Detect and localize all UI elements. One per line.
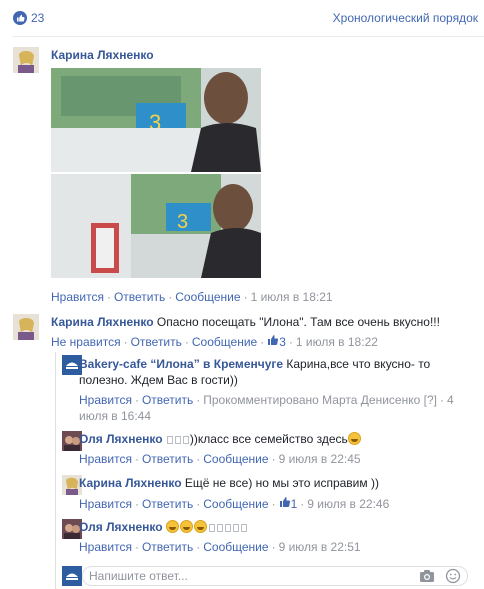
emoji-placeholder-boxes [208, 520, 248, 534]
comment-author[interactable]: Карина Ляхненко [51, 48, 154, 62]
commented-by-info[interactable]: [?] [424, 393, 437, 407]
laughing-emoji-icon [193, 520, 207, 533]
divider [12, 36, 484, 37]
message-link[interactable]: Сообщение [192, 335, 257, 349]
reply-body: Оля Ляхненко [79, 520, 248, 534]
timestamp[interactable]: 9 июля в 22:46 [307, 497, 389, 511]
reply-author[interactable]: Карина Ляхненко [79, 476, 182, 490]
timestamp[interactable]: 9 июля в 22:51 [279, 540, 361, 554]
reply-link[interactable]: Ответить [114, 290, 165, 304]
message-link[interactable]: Сообщение [203, 540, 268, 554]
reply-composer[interactable] [82, 566, 468, 586]
reply-actions: Нравится · Ответить · Прокомментировано Март… [79, 393, 454, 423]
like-link[interactable]: Нравится [51, 290, 104, 304]
comment-photo[interactable]: 3 3 [51, 68, 261, 278]
reply-text: Ещё не все) но мы это исправим )) [184, 476, 379, 490]
comment-body: Карина Ляхненко Опасно посещать "Илона".… [51, 315, 440, 329]
avatar[interactable] [13, 314, 39, 340]
sort-order-dropdown[interactable]: Хронологический порядок [333, 11, 478, 25]
reply-author[interactable]: Оля Ляхненко [79, 432, 163, 446]
svg-text:3: 3 [177, 211, 188, 233]
reply-body: Оля Ляхненко ))класс все семейство здесь [79, 432, 362, 446]
comment-author[interactable]: Карина Ляхненко [51, 315, 154, 329]
reply-thread-line [55, 352, 56, 589]
thumbs-up-icon [279, 496, 291, 508]
comment-text: Опасно посещать "Илона". Там все очень в… [156, 315, 440, 329]
like-link[interactable]: Нравится [79, 452, 132, 466]
comment-actions: Не нравится · Ответить · Сообщение · 3 · 1 июля … [51, 334, 378, 349]
timestamp[interactable]: 4 [447, 393, 454, 407]
reply-actions: Нравится · Ответить · Сообщение · 1 · 9 июля в 2… [79, 496, 390, 511]
laughing-emoji-icon [179, 520, 193, 533]
camera-icon[interactable] [419, 569, 435, 583]
message-link[interactable]: Сообщение [175, 290, 240, 304]
timestamp[interactable]: 1 июля в 18:21 [251, 290, 333, 304]
like-link[interactable]: Нравится [79, 393, 132, 407]
reply-link[interactable]: Ответить [142, 497, 193, 511]
like-link[interactable]: Нравится [79, 497, 132, 511]
timestamp[interactable]: 9 июля в 22:45 [279, 452, 361, 466]
reaction-count[interactable]: 3 [279, 335, 286, 349]
emoji-placeholder-boxes [166, 432, 190, 446]
reply-body: Карина Ляхненко Ещё не все) но мы это ис… [79, 476, 379, 490]
reply-author[interactable]: Bakery-cafe “Илона” в Кременчуге [79, 357, 283, 371]
comment-actions: Нравится · Ответить · Сообщение · 1 июля в 18:… [51, 290, 333, 304]
reply-link[interactable]: Ответить [142, 393, 193, 407]
reply-actions: Нравится · Ответить · Сообщение · 9 июля в 22:… [79, 452, 361, 466]
page-avatar [62, 566, 82, 586]
message-link[interactable]: Сообщение [203, 497, 268, 511]
laughing-emoji-icon [347, 432, 361, 445]
smiley-icon[interactable] [445, 568, 461, 584]
reply-input[interactable] [89, 569, 409, 583]
reply-body: Bakery-cafe “Илона” в Кременчуге Карина,… [79, 356, 474, 388]
thumbs-up-icon [267, 334, 279, 346]
comments-header: 23 Хронологический порядок [0, 0, 484, 36]
reply-actions: Нравится · Ответить · Сообщение · 9 июля в 22:… [79, 540, 361, 554]
reply-author[interactable]: Оля Ляхненко [79, 520, 163, 534]
commented-by: Прокомментировано Марта Денисенко [203, 393, 421, 407]
like-count[interactable]: 23 [31, 11, 44, 25]
unlike-link[interactable]: Не нравится [51, 335, 121, 349]
timestamp[interactable]: 1 июля в 18:22 [296, 335, 378, 349]
reply-link[interactable]: Ответить [131, 335, 182, 349]
avatar[interactable] [13, 47, 39, 73]
reply-text: ))класс все семейство здесь [189, 432, 348, 446]
message-link[interactable]: Сообщение [203, 452, 268, 466]
reply-link[interactable]: Ответить [142, 452, 193, 466]
reply-link[interactable]: Ответить [142, 540, 193, 554]
laughing-emoji-icon [165, 520, 179, 533]
like-link[interactable]: Нравится [79, 540, 132, 554]
timestamp-continued[interactable]: июля в 16:44 [79, 409, 151, 423]
like-reaction-icon [13, 11, 27, 25]
